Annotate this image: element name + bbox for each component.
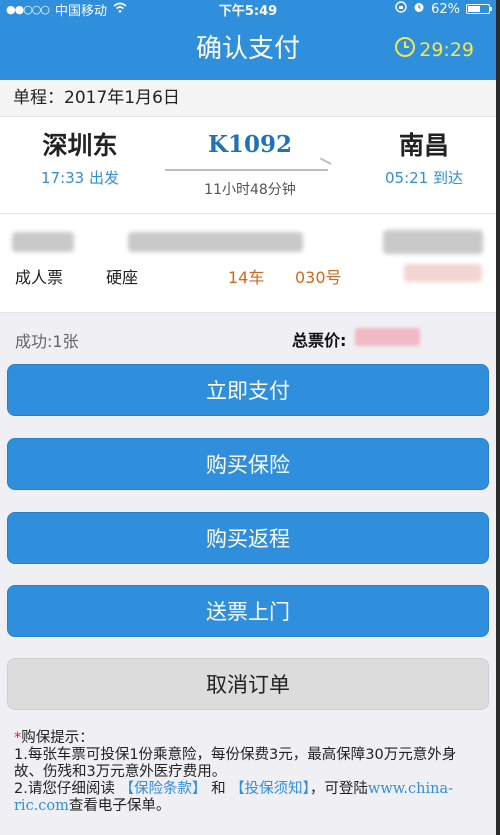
- total-price-label: 总票价:: [292, 331, 347, 350]
- tips-line-2-prefix: 2.请您仔细阅读: [14, 781, 115, 797]
- seat-number: 030号: [295, 268, 342, 287]
- nav-bar: 确认支付 29:29: [0, 18, 496, 80]
- rotation-lock-icon: [395, 1, 407, 17]
- status-left: ●●○○○ 中国移动: [6, 0, 166, 19]
- pay-now-button[interactable]: 立即支付: [7, 364, 489, 416]
- battery-icon: [466, 4, 492, 14]
- buy-insurance-button[interactable]: 购买保险: [7, 438, 489, 490]
- timer-value: 29:29: [419, 38, 474, 61]
- app-screen: ●●○○○ 中国移动 下午5:49 62% 确认支付 29:29 单程：2017…: [0, 0, 496, 835]
- tips-title: *购保提示：: [14, 730, 484, 747]
- train-number: K1092: [207, 131, 292, 158]
- alarm-icon: [413, 1, 425, 17]
- status-time: 下午5:49: [218, 3, 278, 19]
- carrier-label: 中国移动: [55, 3, 108, 19]
- tips-title-text: 购保提示：: [21, 730, 94, 746]
- tips-line-1: 1.每张车票可投保1份乘意险，每份保费3元，最高保障30万元意外身故、伤残和3万…: [14, 747, 457, 780]
- blurred-passenger-name: [12, 232, 74, 252]
- cancel-order-button[interactable]: 取消订单: [7, 658, 489, 710]
- ticket-type: 成人票: [15, 268, 64, 287]
- status-bar: ●●○○○ 中国移动 下午5:49 62%: [0, 0, 496, 19]
- clock-icon: [394, 36, 416, 63]
- departure-time: 17:33 出发: [41, 169, 119, 187]
- arrival-time: 05:21 到达: [385, 169, 463, 187]
- tips-line-2-mid: ，可登陆: [309, 781, 368, 797]
- route-arrow-head: [319, 157, 332, 165]
- insurance-tips: *购保提示： 1.每张车票可投保1份乘意险，每份保费3元，最高保障30万元意外身…: [14, 730, 484, 815]
- success-count: 成功:1张: [15, 332, 79, 351]
- departure-station-name: 深圳东: [42, 131, 118, 160]
- route-arrow: [165, 169, 328, 171]
- battery-percent: 62%: [431, 1, 460, 17]
- train-info: 深圳东 17:33 出发 K1092 11小时48分钟 南昌 05:21 到达: [0, 117, 496, 214]
- blurred-info: [383, 230, 483, 254]
- insurance-terms-link[interactable]: 【保险条款】: [119, 781, 206, 797]
- passenger-row: 成人票 硬座 14车 030号: [0, 214, 496, 313]
- tips-line-2-suffix: 查看电子保单。: [68, 798, 171, 814]
- departure-station: 深圳东 17:33 出发: [10, 131, 150, 188]
- screen-edge: [496, 0, 500, 835]
- seat-class: 硬座: [106, 268, 139, 287]
- blurred-id-number: [128, 232, 303, 252]
- blurred-price: [404, 264, 482, 282]
- insurance-notice-link[interactable]: 【投保须知】: [230, 781, 310, 797]
- status-right: 62%: [330, 1, 492, 17]
- battery-level: [468, 6, 481, 12]
- tips-line-2: 2.请您仔细阅读 【保险条款】 和 【投保须知】，可登陆www.china-ri…: [14, 781, 484, 815]
- blurred-total-price: [355, 328, 420, 346]
- buy-return-trip-button[interactable]: 购买返程: [7, 512, 489, 564]
- car-number: 14车: [228, 268, 265, 287]
- trip-date: 单程：2017年1月6日: [0, 80, 496, 117]
- wifi-icon: [113, 2, 127, 17]
- signal-icon: ●●○○○: [6, 2, 50, 16]
- order-summary: 成功:1张 总票价:: [0, 313, 496, 363]
- travel-duration: 11小时48分钟: [204, 182, 296, 198]
- ticket-delivery-button[interactable]: 送票上门: [7, 585, 489, 637]
- tips-and: 和: [211, 781, 226, 797]
- countdown-timer: 29:29: [394, 36, 474, 63]
- arrival-station: 南昌 05:21 到达: [354, 131, 494, 188]
- arrival-station-name: 南昌: [398, 131, 449, 160]
